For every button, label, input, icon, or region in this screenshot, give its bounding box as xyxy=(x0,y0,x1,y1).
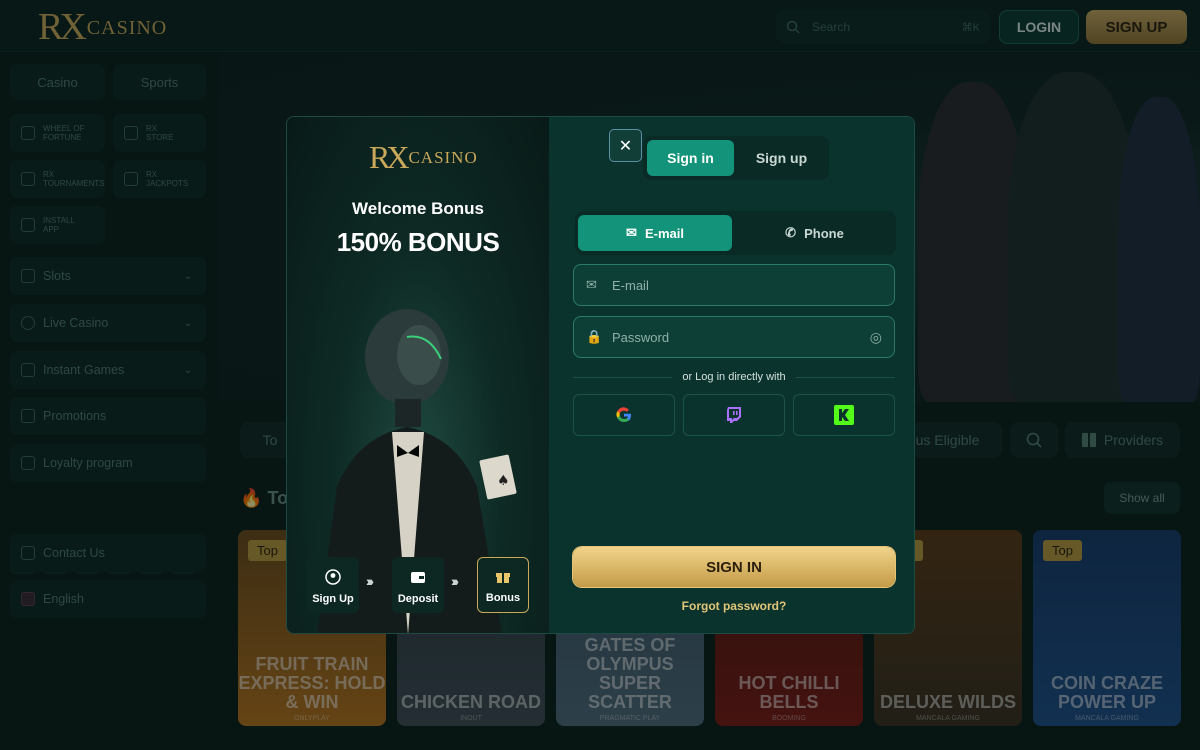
step-label: Bonus xyxy=(485,592,521,604)
logo-text: CASINO xyxy=(408,148,478,167)
welcome-title: Welcome Bonus xyxy=(352,199,484,218)
promo-panel: RX CASINO Welcome Bonus 150% BONUS ♠ Sig… xyxy=(287,117,549,633)
tab-sign-in[interactable]: Sign in xyxy=(647,140,734,176)
google-login-button[interactable] xyxy=(573,394,675,436)
user-icon xyxy=(325,569,341,585)
chevrons-icon: ››› xyxy=(366,573,374,589)
phone-icon: ✆ xyxy=(785,225,797,240)
modal-logo: RX CASINO xyxy=(369,141,478,173)
auth-modal: RX CASINO Welcome Bonus 150% BONUS ♠ Sig… xyxy=(286,116,915,634)
bonus-steps: Sign Up ››› Deposit ››› Bonus xyxy=(307,557,531,613)
kick-login-button[interactable] xyxy=(793,394,895,436)
forgot-password-link[interactable]: Forgot password? xyxy=(573,599,895,613)
step-deposit: Deposit xyxy=(392,557,444,613)
divider-line xyxy=(573,376,673,378)
gift-icon xyxy=(496,573,510,583)
email-placeholder: E-mail xyxy=(612,277,649,293)
divider-text: or Log in directly with xyxy=(682,371,786,383)
close-icon: ✕ xyxy=(618,137,633,155)
form-panel: Sign in Sign up ✕ ✉ E-mail ✆ Phone ✉ E-mai… xyxy=(549,117,914,633)
chevrons-icon: ››› xyxy=(451,573,459,589)
auth-mode-tabs: Sign in Sign up xyxy=(643,136,829,180)
eye-off-icon[interactable]: ◎ xyxy=(870,329,882,346)
step-label: Deposit xyxy=(397,593,439,605)
method-label: E-mail xyxy=(644,225,684,241)
tab-sign-up[interactable]: Sign up xyxy=(738,140,825,176)
method-label: Phone xyxy=(804,225,844,241)
email-field[interactable]: ✉ E-mail xyxy=(573,264,895,306)
google-icon xyxy=(616,407,631,423)
logo-rx: RX xyxy=(369,139,410,175)
password-placeholder: Password xyxy=(612,329,670,345)
svg-text:♠: ♠ xyxy=(497,473,510,489)
method-email[interactable]: ✉ E-mail xyxy=(578,215,732,251)
close-button[interactable]: ✕ xyxy=(609,129,642,162)
divider-line xyxy=(795,376,896,378)
sign-in-button[interactable]: SIGN IN xyxy=(573,547,895,587)
method-phone[interactable]: ✆ Phone xyxy=(736,215,893,251)
wallet-icon xyxy=(411,572,425,583)
twitch-icon xyxy=(727,407,741,423)
step-signup: Sign Up xyxy=(307,557,359,613)
envelope-icon: ✉ xyxy=(626,225,637,240)
login-method-tabs: ✉ E-mail ✆ Phone xyxy=(575,211,896,255)
twitch-login-button[interactable] xyxy=(683,394,785,436)
envelope-icon: ✉ xyxy=(586,277,597,292)
kick-icon xyxy=(834,405,854,425)
password-field[interactable]: 🔒 Password ◎ xyxy=(573,316,895,358)
lock-icon: 🔒 xyxy=(586,329,603,344)
step-label: Sign Up xyxy=(312,593,354,605)
bonus-amount: 150% BONUS xyxy=(336,227,500,257)
step-bonus: Bonus xyxy=(477,557,529,613)
social-divider: or Log in directly with xyxy=(573,369,896,385)
